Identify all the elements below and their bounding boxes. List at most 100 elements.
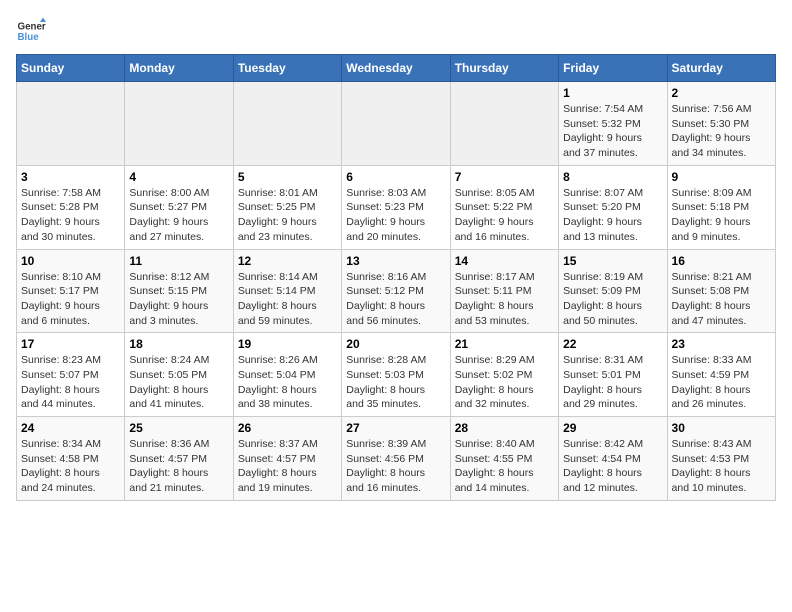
calendar-cell: 7Sunrise: 8:05 AM Sunset: 5:22 PM Daylig… — [450, 165, 558, 249]
day-info: Sunrise: 8:42 AM Sunset: 4:54 PM Dayligh… — [563, 437, 662, 496]
day-info: Sunrise: 8:28 AM Sunset: 5:03 PM Dayligh… — [346, 353, 445, 412]
day-number: 30 — [672, 421, 771, 435]
calendar-cell: 4 Sunrise: 8:00 AM Sunset: 5:27 PM Daylig… — [125, 165, 233, 249]
day-number: 5 — [238, 170, 337, 184]
calendar-cell: 30 Sunrise: 8:43 AM Sunset: 4:53 PM Dayli… — [667, 417, 775, 501]
day-info: Sunrise: 8:00 AM Sunset: 5:27 PM Dayligh… — [129, 186, 228, 245]
weekday-header-thursday: Thursday — [450, 55, 558, 82]
day-number: 19 — [238, 337, 337, 351]
day-number: 16 — [672, 254, 771, 268]
day-info: Sunrise: 8:12 AM Sunset: 5:15 PM Dayligh… — [129, 270, 228, 329]
calendar-table: SundayMondayTuesdayWednesdayThursdayFrid… — [16, 54, 776, 501]
weekday-header-wednesday: Wednesday — [342, 55, 450, 82]
calendar-cell: 19 Sunrise: 8:26 AM Sunset: 5:04 PM Dayli… — [233, 333, 341, 417]
calendar-cell: 23 Sunrise: 8:33 AM Sunset: 4:59 PM Dayli… — [667, 333, 775, 417]
day-info: Sunrise: 8:24 AM Sunset: 5:05 PM Dayligh… — [129, 353, 228, 412]
logo: General Blue — [16, 16, 46, 46]
day-number: 27 — [346, 421, 445, 435]
calendar-cell: 16 Sunrise: 8:21 AM Sunset: 5:08 PM Dayli… — [667, 249, 775, 333]
day-number: 24 — [21, 421, 120, 435]
day-info: Sunrise: 8:23 AM Sunset: 5:07 PM Dayligh… — [21, 353, 120, 412]
calendar-cell: 1 Sunrise: 7:54 AM Sunset: 5:32 PM Daylig… — [559, 82, 667, 166]
calendar-cell: 9 Sunrise: 8:09 AM Sunset: 5:18 PM Daylig… — [667, 165, 775, 249]
day-info: Sunrise: 8:36 AM Sunset: 4:57 PM Dayligh… — [129, 437, 228, 496]
day-number: 7 — [455, 170, 554, 184]
weekday-header-sunday: Sunday — [17, 55, 125, 82]
day-number: 12 — [238, 254, 337, 268]
day-info: Sunrise: 8:26 AM Sunset: 5:04 PM Dayligh… — [238, 353, 337, 412]
day-number: 28 — [455, 421, 554, 435]
day-info: Sunrise: 7:58 AM Sunset: 5:28 PM Dayligh… — [21, 186, 120, 245]
day-info: Sunrise: 8:33 AM Sunset: 4:59 PM Dayligh… — [672, 353, 771, 412]
day-number: 9 — [672, 170, 771, 184]
calendar-cell — [342, 82, 450, 166]
day-number: 6 — [346, 170, 445, 184]
calendar-cell: 2 Sunrise: 7:56 AM Sunset: 5:30 PM Daylig… — [667, 82, 775, 166]
calendar-week-4: 17 Sunrise: 8:23 AM Sunset: 5:07 PM Dayli… — [17, 333, 776, 417]
day-info: Sunrise: 8:39 AM Sunset: 4:56 PM Dayligh… — [346, 437, 445, 496]
calendar-cell: 11 Sunrise: 8:12 AM Sunset: 5:15 PM Dayli… — [125, 249, 233, 333]
calendar-cell: 25 Sunrise: 8:36 AM Sunset: 4:57 PM Dayli… — [125, 417, 233, 501]
calendar-cell: 24 Sunrise: 8:34 AM Sunset: 4:58 PM Dayli… — [17, 417, 125, 501]
day-info: Sunrise: 8:03 AM Sunset: 5:23 PM Dayligh… — [346, 186, 445, 245]
calendar-cell — [450, 82, 558, 166]
calendar-cell: 17 Sunrise: 8:23 AM Sunset: 5:07 PM Dayli… — [17, 333, 125, 417]
svg-text:General: General — [18, 22, 47, 33]
calendar-cell: 20 Sunrise: 8:28 AM Sunset: 5:03 PM Dayli… — [342, 333, 450, 417]
day-number: 11 — [129, 254, 228, 268]
calendar-cell: 10 Sunrise: 8:10 AM Sunset: 5:17 PM Dayli… — [17, 249, 125, 333]
day-info: Sunrise: 8:19 AM Sunset: 5:09 PM Dayligh… — [563, 270, 662, 329]
day-number: 10 — [21, 254, 120, 268]
calendar-cell: 8Sunrise: 8:07 AM Sunset: 5:20 PM Daylig… — [559, 165, 667, 249]
logo-icon: General Blue — [16, 16, 46, 46]
day-info: Sunrise: 8:31 AM Sunset: 5:01 PM Dayligh… — [563, 353, 662, 412]
day-number: 23 — [672, 337, 771, 351]
day-number: 17 — [21, 337, 120, 351]
calendar-cell: 13 Sunrise: 8:16 AM Sunset: 5:12 PM Dayli… — [342, 249, 450, 333]
day-number: 26 — [238, 421, 337, 435]
day-number: 20 — [346, 337, 445, 351]
day-number: 13 — [346, 254, 445, 268]
page-header: General Blue — [16, 16, 776, 46]
calendar-cell: 18 Sunrise: 8:24 AM Sunset: 5:05 PM Dayli… — [125, 333, 233, 417]
day-info: Sunrise: 8:37 AM Sunset: 4:57 PM Dayligh… — [238, 437, 337, 496]
calendar-week-5: 24 Sunrise: 8:34 AM Sunset: 4:58 PM Dayli… — [17, 417, 776, 501]
day-info: Sunrise: 7:54 AM Sunset: 5:32 PM Dayligh… — [563, 102, 662, 161]
calendar-week-3: 10 Sunrise: 8:10 AM Sunset: 5:17 PM Dayli… — [17, 249, 776, 333]
day-number: 29 — [563, 421, 662, 435]
calendar-cell: 21Sunrise: 8:29 AM Sunset: 5:02 PM Dayli… — [450, 333, 558, 417]
calendar-body: 1 Sunrise: 7:54 AM Sunset: 5:32 PM Daylig… — [17, 82, 776, 501]
day-info: Sunrise: 8:43 AM Sunset: 4:53 PM Dayligh… — [672, 437, 771, 496]
calendar-cell: 26 Sunrise: 8:37 AM Sunset: 4:57 PM Dayli… — [233, 417, 341, 501]
calendar-cell: 29 Sunrise: 8:42 AM Sunset: 4:54 PM Dayli… — [559, 417, 667, 501]
calendar-cell: 28 Sunrise: 8:40 AM Sunset: 4:55 PM Dayli… — [450, 417, 558, 501]
weekday-header-monday: Monday — [125, 55, 233, 82]
day-number: 8 — [563, 170, 662, 184]
day-info: Sunrise: 8:16 AM Sunset: 5:12 PM Dayligh… — [346, 270, 445, 329]
day-number: 3 — [21, 170, 120, 184]
day-number: 1 — [563, 86, 662, 100]
day-number: 4 — [129, 170, 228, 184]
day-number: 22 — [563, 337, 662, 351]
day-number: 2 — [672, 86, 771, 100]
calendar-cell — [233, 82, 341, 166]
day-info: Sunrise: 8:40 AM Sunset: 4:55 PM Dayligh… — [455, 437, 554, 496]
calendar-cell: 6 Sunrise: 8:03 AM Sunset: 5:23 PM Daylig… — [342, 165, 450, 249]
calendar-header: SundayMondayTuesdayWednesdayThursdayFrid… — [17, 55, 776, 82]
calendar-cell: 14Sunrise: 8:17 AM Sunset: 5:11 PM Dayli… — [450, 249, 558, 333]
weekday-header-friday: Friday — [559, 55, 667, 82]
calendar-cell: 15Sunrise: 8:19 AM Sunset: 5:09 PM Dayli… — [559, 249, 667, 333]
day-number: 21 — [455, 337, 554, 351]
day-info: Sunrise: 8:09 AM Sunset: 5:18 PM Dayligh… — [672, 186, 771, 245]
day-info: Sunrise: 8:17 AM Sunset: 5:11 PM Dayligh… — [455, 270, 554, 329]
day-info: Sunrise: 8:21 AM Sunset: 5:08 PM Dayligh… — [672, 270, 771, 329]
day-info: Sunrise: 8:34 AM Sunset: 4:58 PM Dayligh… — [21, 437, 120, 496]
day-number: 25 — [129, 421, 228, 435]
calendar-cell: 27 Sunrise: 8:39 AM Sunset: 4:56 PM Dayli… — [342, 417, 450, 501]
day-number: 18 — [129, 337, 228, 351]
day-info: Sunrise: 8:10 AM Sunset: 5:17 PM Dayligh… — [21, 270, 120, 329]
calendar-cell: 12Sunrise: 8:14 AM Sunset: 5:14 PM Dayli… — [233, 249, 341, 333]
day-info: Sunrise: 7:56 AM Sunset: 5:30 PM Dayligh… — [672, 102, 771, 161]
calendar-cell — [17, 82, 125, 166]
calendar-cell: 3 Sunrise: 7:58 AM Sunset: 5:28 PM Daylig… — [17, 165, 125, 249]
